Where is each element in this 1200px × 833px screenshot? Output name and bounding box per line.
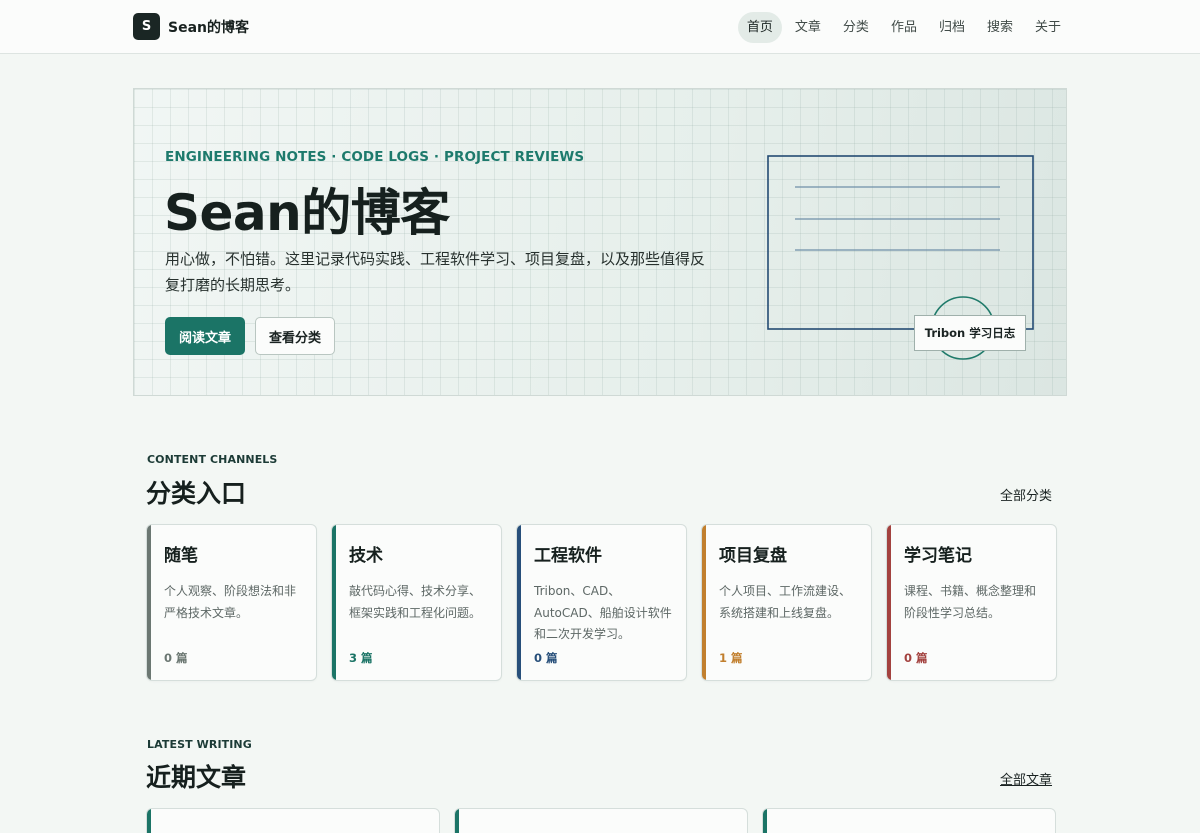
nav-item-about[interactable]: 关于 (1026, 12, 1070, 43)
category-card-tech[interactable]: 技术 敲代码心得、技术分享、框架实践和工程化问题。 3 篇 (331, 524, 502, 681)
post-card[interactable] (454, 808, 748, 833)
all-categories-link[interactable]: 全部分类 (1000, 485, 1052, 504)
site-name[interactable]: Sean的博客 (168, 17, 249, 37)
nav-item-archive[interactable]: 归档 (930, 12, 974, 43)
nav-item-works[interactable]: 作品 (882, 12, 926, 43)
card-description: 课程、书籍、概念整理和阶段性学习总结。 (904, 584, 1037, 620)
hero-description: 用心做，不怕错。这里记录代码实践、工程软件学习、项目复盘，以及那些值得反复打磨的… (165, 250, 706, 294)
card-count: 3 篇 (349, 651, 373, 665)
nav-item-home[interactable]: 首页 (737, 12, 782, 43)
post-accent-bar (763, 809, 767, 833)
card-description: 敲代码心得、技术分享、框架实践和工程化问题。 (349, 584, 482, 620)
site-logo-icon[interactable]: S (133, 13, 160, 40)
recent-eyebrow: LATEST WRITING (147, 738, 252, 751)
card-accent-bar (147, 525, 151, 680)
card-title: 项目复盘 (719, 546, 787, 566)
card-description: 个人项目、工作流建设、系统搭建和上线复盘。 (719, 584, 852, 620)
categories-title: 分类入口 (146, 479, 247, 508)
category-card-essays[interactable]: 随笔 个人观察、阶段想法和非严格技术文章。 0 篇 (146, 524, 317, 681)
card-accent-bar (887, 525, 891, 680)
recent-title: 近期文章 (146, 763, 247, 792)
card-title: 学习笔记 (904, 546, 972, 566)
hero-title: Sean的博客 (164, 184, 450, 242)
post-accent-bar (455, 809, 459, 833)
card-description: 个人观察、阶段想法和非严格技术文章。 (164, 584, 297, 620)
categories-eyebrow: CONTENT CHANNELS (147, 453, 278, 466)
card-accent-bar (332, 525, 336, 680)
category-card-project-review[interactable]: 项目复盘 个人项目、工作流建设、系统搭建和上线复盘。 1 篇 (701, 524, 872, 681)
category-cards: 随笔 个人观察、阶段想法和非严格技术文章。 0 篇 技术 敲代码心得、技术分享、… (146, 524, 1057, 681)
post-card[interactable] (146, 808, 440, 833)
card-count: 1 篇 (719, 651, 743, 665)
post-card[interactable] (762, 808, 1056, 833)
card-title: 随笔 (164, 546, 198, 566)
card-accent-bar (702, 525, 706, 680)
main-nav: 首页 文章 分类 作品 归档 搜索 关于 (737, 12, 1070, 43)
nav-item-categories[interactable]: 分类 (834, 12, 878, 43)
nav-item-articles[interactable]: 文章 (786, 12, 830, 43)
nav-item-search[interactable]: 搜索 (978, 12, 1022, 43)
hero-illustration: Tribon 学习日志 (767, 155, 1047, 365)
illustration-tag: Tribon 学习日志 (914, 315, 1026, 351)
post-accent-bar (147, 809, 151, 833)
category-card-study-notes[interactable]: 学习笔记 课程、书籍、概念整理和阶段性学习总结。 0 篇 (886, 524, 1057, 681)
card-title: 技术 (349, 546, 383, 566)
card-count: 0 篇 (534, 651, 558, 665)
card-count: 0 篇 (904, 651, 928, 665)
read-articles-button[interactable]: 阅读文章 (165, 317, 246, 355)
recent-post-list (146, 808, 1056, 833)
card-accent-bar (517, 525, 521, 680)
top-navigation-bar: S Sean的博客 首页 文章 分类 作品 归档 搜索 关于 (0, 0, 1200, 54)
all-articles-link[interactable]: 全部文章 (1000, 769, 1052, 788)
view-categories-button[interactable]: 查看分类 (255, 317, 336, 355)
hero-kicker: ENGINEERING NOTES · CODE LOGS · PROJECT … (165, 149, 585, 165)
category-card-engineering-software[interactable]: 工程软件 Tribon、CAD、AutoCAD、船舶设计软件和二次开发学习。 0… (516, 524, 687, 681)
card-description: Tribon、CAD、AutoCAD、船舶设计软件和二次开发学习。 (534, 584, 672, 641)
site-brand[interactable]: S Sean的博客 (133, 13, 249, 40)
card-title: 工程软件 (534, 546, 602, 566)
card-count: 0 篇 (164, 651, 188, 665)
hero-banner: ENGINEERING NOTES · CODE LOGS · PROJECT … (133, 88, 1067, 396)
